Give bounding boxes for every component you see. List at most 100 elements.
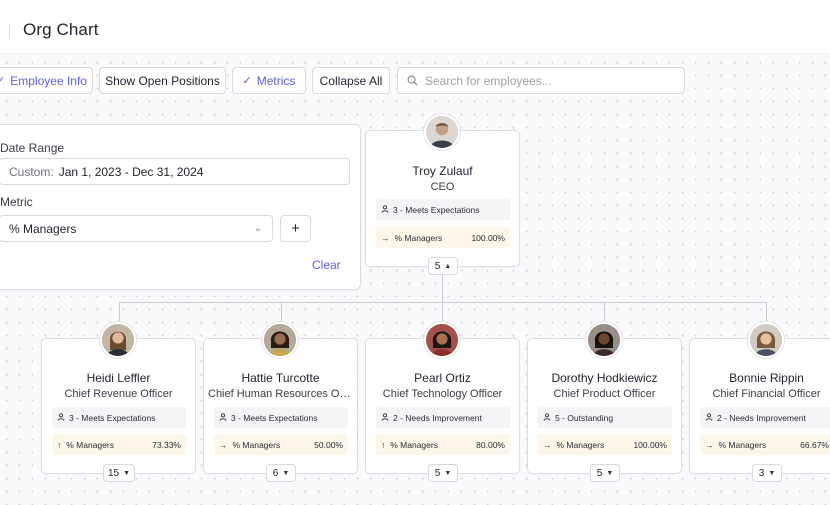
performance-rating: 3 - Meets Expectations [376,199,510,220]
person-icon [705,412,713,423]
chevron-down-icon: ▼ [123,469,131,477]
expand-reports-button[interactable]: 5 ▼ [428,464,458,482]
avatar [586,322,622,358]
avatar [424,114,460,150]
expand-reports-button[interactable]: 3 ▼ [752,464,782,482]
metric-name: % Managers [556,439,605,450]
arrow-right-icon: → [705,439,714,450]
arrow-right-icon: → [381,232,390,243]
metric-value-row: ↑ % Managers 80.00% [376,434,510,455]
employee-name: Hattie Turcotte [241,371,320,385]
employee-card[interactable]: Hattie Turcotte Chief Human Resources Of… [203,338,358,474]
collapse-all-label: Collapse All [319,73,383,88]
employee-card-root[interactable]: Troy Zulauf CEO 3 - Meets Expectations →… [365,130,520,267]
performance-rating: 2 - Needs Improvement [700,407,830,428]
chevron-up-icon: ▲ [444,262,452,270]
metric-filter-panel: Date Range Custom: Jan 1, 2023 - Dec 31,… [0,124,361,290]
connector-horizontal [119,302,767,303]
date-range-label: Date Range [0,141,65,155]
check-icon: ✓ [0,75,6,87]
metrics-label: Metrics [256,73,296,88]
chevron-down-icon: ▼ [444,469,452,477]
arrow-right-icon: → [219,439,228,450]
expand-reports-button[interactable]: 15 ▼ [103,464,135,482]
metric-value: 100.00% [471,232,505,243]
report-count: 15 [107,467,120,479]
rating-text: 3 - Meets Expectations [231,412,318,423]
avatar [262,322,298,358]
employee-role: Chief Human Resources Offi... [208,388,353,400]
employee-role: Chief Financial Officer [712,388,821,400]
employee-card[interactable]: Heidi Leffler Chief Revenue Officer 3 - … [41,338,196,474]
metric-value: 73.33% [152,439,181,450]
metric-name: % Managers [390,439,438,450]
report-count: 3 [758,467,765,479]
employee-card[interactable]: Dorothy Hodkiewicz Chief Product Officer… [527,338,682,474]
connector-root-down [442,273,443,302]
page-title: Org Chart [23,20,99,39]
report-count: 6 [272,467,279,479]
chevron-down-icon: ⌄ [253,223,262,234]
date-range-value: Jan 1, 2023 - Dec 31, 2024 [58,164,204,179]
metric-name: % Managers [394,232,443,243]
date-range-field[interactable]: Custom: Jan 1, 2023 - Dec 31, 2024 [0,158,350,185]
add-metric-button[interactable]: + [280,215,311,242]
rating-text: 2 - Needs Improvement [393,412,482,423]
arrow-right-icon: → [543,439,552,450]
chevron-down-icon: ▼ [282,469,290,477]
metric-name: % Managers [232,439,281,450]
arrow-up-icon: ↑ [381,439,386,450]
employee-name: Dorothy Hodkiewicz [551,371,658,385]
search-input[interactable] [425,73,665,88]
employee-card[interactable]: Pearl Ortiz Chief Technology Officer 2 -… [365,338,520,474]
avatar [424,322,460,358]
person-icon [57,412,65,423]
performance-rating: 2 - Needs Improvement [376,407,510,428]
report-count: 5 [434,260,441,272]
metric-value: 50.00% [314,439,343,450]
clear-button[interactable]: Clear [312,258,341,272]
employee-info-label: Employee Info [10,73,87,88]
chevron-down-icon: ▼ [606,469,614,477]
arrow-up-icon: ↑ [57,439,62,450]
avatar [100,322,136,358]
employee-role: Chief Product Officer [553,388,656,400]
chevron-down-icon: ▼ [768,469,776,477]
person-icon [543,412,551,423]
show-open-positions-button[interactable]: Show Open Positions [99,67,226,94]
metric-value: 66.67% [800,439,829,450]
rating-text: 3 - Meets Expectations [69,412,156,423]
rating-text: 2 - Needs Improvement [717,412,806,423]
report-count: 5 [434,467,441,479]
expand-reports-button[interactable]: 5 ▼ [590,464,620,482]
performance-rating: 3 - Meets Expectations [214,407,348,428]
performance-rating: 5 - Outstanding [538,407,672,428]
person-icon [381,412,389,423]
employee-name: Bonnie Rippin [729,371,804,385]
metric-select-value: % Managers [9,221,77,236]
metric-value-row: → % Managers 66.67% [700,434,830,455]
person-icon [219,412,227,423]
collapse-all-button[interactable]: Collapse All [312,67,390,94]
employee-info-toggle[interactable]: ✓ Employee Info [0,67,93,94]
date-range-prefix: Custom: [9,164,54,179]
employee-card[interactable]: Bonnie Rippin Chief Financial Officer 2 … [689,338,830,474]
employee-search[interactable] [397,67,685,94]
metric-select[interactable]: % Managers ⌄ [0,215,273,242]
metric-value-row: → % Managers 50.00% [214,434,348,455]
employee-role: CEO [430,181,455,193]
header-divider [9,24,10,39]
rating-text: 3 - Meets Expectations [393,204,480,215]
employee-name: Pearl Ortiz [414,371,471,385]
employee-name: Troy Zulauf [412,164,473,178]
metric-label: Metric [0,195,33,209]
metrics-toggle[interactable]: ✓ Metrics [232,67,306,94]
page-header: Org Chart [0,0,830,55]
search-icon [407,75,418,86]
expand-reports-button[interactable]: 6 ▼ [266,464,296,482]
employee-name: Heidi Leffler [86,371,151,385]
metric-value-row: → % Managers 100.00% [538,434,672,455]
expand-reports-button[interactable]: 5 ▲ [428,257,458,275]
check-icon: ✓ [242,75,252,87]
employee-role: Chief Revenue Officer [64,388,173,400]
